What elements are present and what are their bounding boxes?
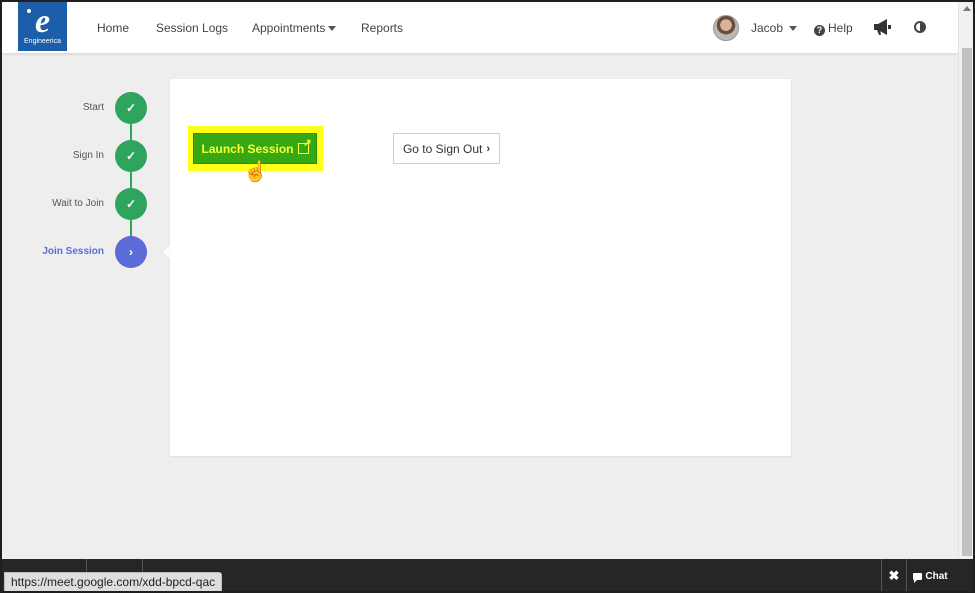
vertical-scrollbar[interactable] [958, 2, 973, 559]
chevron-down-icon [328, 26, 337, 32]
launch-session-label: Launch Session [201, 141, 294, 156]
step-label-start: Start [82, 102, 104, 113]
chevron-right-icon: › [486, 142, 491, 155]
engineerica-logo[interactable]: e Engineerica [18, 2, 67, 51]
step-label-join-session: Join Session [42, 246, 104, 257]
bottom-separator [86, 559, 87, 573]
help-link[interactable]: ? Help [814, 20, 853, 36]
user-avatar[interactable] [713, 15, 739, 41]
user-menu[interactable]: Jacob [751, 20, 798, 36]
question-circle-icon: ? [814, 24, 825, 36]
nav-session-logs[interactable]: Session Logs [156, 20, 228, 36]
user-name: Jacob [751, 21, 784, 35]
hand-cursor-icon: ☝ [243, 161, 268, 183]
bottom-separator [142, 559, 143, 573]
status-bar-url: https://meet.google.com/xdd-bpcd-qac [4, 572, 223, 591]
chat-bubble-icon [913, 572, 923, 583]
sign-out-label: Go to Sign Out [402, 141, 483, 156]
close-icon[interactable]: ✖ [881, 559, 906, 591]
nav-home[interactable]: Home [97, 20, 129, 36]
contrast-toggle-icon[interactable] [914, 21, 926, 33]
step-label-wait-to-join: Wait to Join [52, 198, 104, 209]
logo-mark: e [26, 3, 51, 40]
nav-appointments-label: Appointments [252, 21, 326, 35]
external-link-icon [297, 138, 312, 154]
scroll-up-arrow-icon[interactable] [963, 6, 971, 11]
chat-button[interactable]: Chat [906, 559, 954, 591]
app-window: e Engineerica Home Session Logs Appointm… [0, 0, 975, 593]
chat-label: Chat [925, 570, 948, 582]
chevron-down-icon [789, 26, 798, 32]
step-join-session-chevron-icon: › [115, 236, 147, 268]
nav-reports[interactable]: Reports [361, 20, 403, 36]
step-label-sign-in: Sign In [72, 150, 104, 161]
nav-appointments[interactable]: Appointments [252, 20, 337, 36]
scroll-thumb[interactable] [962, 48, 972, 556]
megaphone-icon[interactable] [872, 18, 892, 36]
step-sign-in-check-icon: ✓ [115, 140, 147, 172]
top-navbar: e Engineerica Home Session Logs Appointm… [2, 2, 958, 54]
step-start-check-icon: ✓ [115, 92, 147, 124]
step-wait-to-join-check-icon: ✓ [115, 188, 147, 220]
help-label: Help [828, 21, 853, 35]
go-to-sign-out-button[interactable]: Go to Sign Out › [393, 133, 500, 164]
stepper-line [130, 108, 132, 252]
